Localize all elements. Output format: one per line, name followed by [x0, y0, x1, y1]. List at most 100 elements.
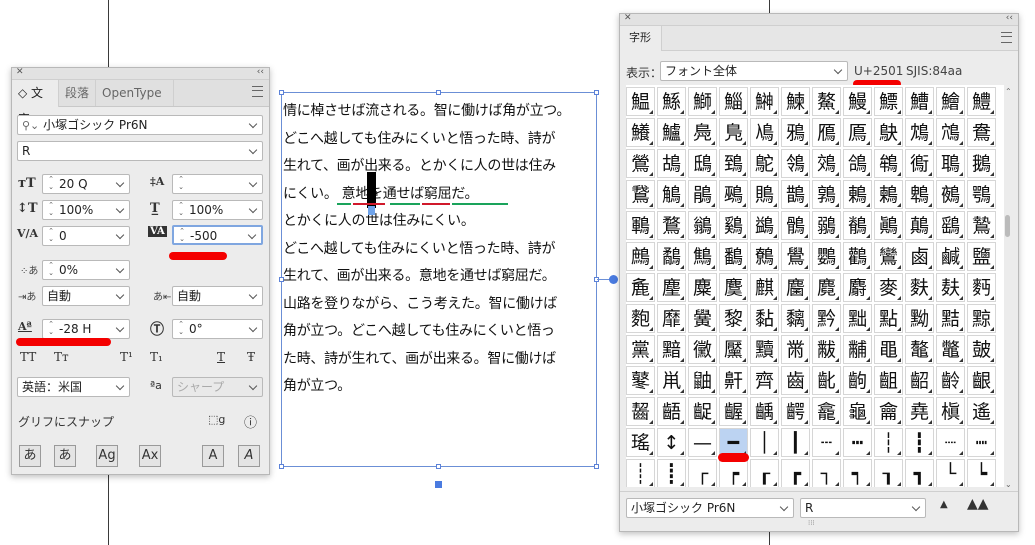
show-select[interactable]: フォント全体	[660, 61, 848, 81]
kerning-stepper[interactable]: ⌃ ⌄	[46, 227, 56, 245]
glyph-cell[interactable]: 堯	[905, 397, 934, 426]
glyph-cell[interactable]: 鰽	[905, 87, 934, 116]
snap-xheight-button[interactable]: あ	[54, 445, 76, 467]
glyph-cell[interactable]: 鵲	[781, 180, 810, 209]
glyph-cell[interactable]: 黥	[967, 304, 996, 333]
glyph-cell[interactable]: 鴿	[843, 149, 872, 178]
rotation-stepper[interactable]: ⌃ ⌄	[176, 320, 186, 338]
glyph-cell[interactable]: 鳧	[688, 118, 717, 147]
glyph-cell[interactable]: 麪	[967, 273, 996, 302]
glyph-cell[interactable]: 鴃	[874, 118, 903, 147]
tab-opentype[interactable]: OpenType	[96, 80, 174, 106]
glyph-cell[interactable]: 齟	[874, 366, 903, 395]
glyph-cell[interactable]: 鶫	[874, 180, 903, 209]
frame-handle-bottom-left[interactable]	[279, 464, 284, 469]
glyph-cell[interactable]: 鰛	[626, 87, 655, 116]
glyph-cell[interactable]: ┌	[688, 459, 717, 487]
glyph-cell[interactable]: 齠	[905, 366, 934, 395]
glyph-cell[interactable]: 黹	[781, 335, 810, 364]
tab-paragraph[interactable]: 段落	[59, 80, 96, 106]
glyph-cell[interactable]: 鶺	[843, 211, 872, 240]
glyph-cell[interactable]: 麑	[812, 273, 841, 302]
glyph-cell[interactable]: 麝	[843, 273, 872, 302]
glyph-cell[interactable]: 鶇	[843, 180, 872, 209]
glyph-cell[interactable]: 齒	[781, 366, 810, 395]
glyph-cell[interactable]: 龕	[812, 397, 841, 426]
glyph-cell[interactable]: 黏	[750, 304, 779, 333]
glyph-cell[interactable]: ┓	[905, 459, 934, 487]
snap-proximity-button[interactable]: Ax	[139, 445, 161, 467]
glyph-cell[interactable]: 麌	[719, 273, 748, 302]
glyph-cell[interactable]: 麥	[874, 273, 903, 302]
out-port[interactable]	[435, 481, 442, 488]
glyph-cell[interactable]: 鸞	[874, 242, 903, 271]
glyph-cell[interactable]: 黴	[688, 335, 717, 364]
glyph-cell[interactable]: 鱸	[657, 118, 686, 147]
snap-angular-button[interactable]: A	[202, 445, 224, 467]
glyph-cell[interactable]: 槇	[936, 397, 965, 426]
glyph-cell[interactable]: ┃	[781, 428, 810, 457]
glyph-cell[interactable]: 齪	[688, 397, 717, 426]
antialias-select[interactable]: シャープ	[172, 377, 263, 397]
glyph-cell[interactable]: 鰻	[843, 87, 872, 116]
tab-glyphs[interactable]: 字形	[620, 26, 662, 51]
glyph-cell[interactable]: 鼾	[719, 366, 748, 395]
glyph-cell[interactable]: 鶤	[626, 211, 655, 240]
glyph-cell[interactable]: 黨	[626, 335, 655, 364]
glyph-cell[interactable]: 齧	[626, 397, 655, 426]
glyph-font-family-select[interactable]: 小塚ゴシック Pr6N	[626, 498, 794, 518]
glyph-cell[interactable]: 鵯	[905, 180, 934, 209]
glyph-cell[interactable]: 黌	[688, 304, 717, 333]
font-size-input[interactable]: ⌃ ⌄ 20 Q	[42, 174, 130, 194]
collapse-icon[interactable]: ‹‹	[257, 67, 264, 77]
tracking-stepper[interactable]: ⌃ ⌄	[177, 227, 187, 243]
info-icon[interactable]: ⓘ	[244, 412, 257, 431]
glyph-cell[interactable]: —	[688, 428, 717, 457]
glyph-titlebar[interactable]: ✕ ‹‹	[620, 13, 1018, 26]
leading-stepper[interactable]: ⌃ ⌄	[176, 175, 186, 193]
collapse-icon[interactable]: ‹‹	[1006, 13, 1013, 23]
glyph-cell[interactable]: 鼈	[936, 335, 965, 364]
glyph-cell[interactable]: 鷸	[657, 242, 686, 271]
glyph-cell[interactable]: 鵺	[936, 180, 965, 209]
glyph-cell[interactable]: ┋	[657, 459, 686, 487]
horizontal-scale-stepper[interactable]: ⌃ ⌄	[176, 201, 186, 219]
glyph-cell[interactable]: 鴕	[750, 149, 779, 178]
language-select[interactable]: 英語：米国	[17, 377, 130, 397]
glyph-cell[interactable]: 齔	[812, 366, 841, 395]
panel-menu-icon[interactable]	[252, 86, 263, 97]
glyph-cell[interactable]: 麕	[781, 273, 810, 302]
font-style-select[interactable]: R	[17, 141, 263, 161]
baseline-shift-stepper[interactable]: ⌃ ⌄	[46, 320, 56, 338]
rotation-input[interactable]: ⌃ ⌄ 0°	[172, 319, 263, 339]
glyph-cell[interactable]: 齲	[750, 397, 779, 426]
glyph-cell[interactable]: 鴆	[905, 118, 934, 147]
glyph-cell[interactable]: 鵤	[657, 180, 686, 209]
glyph-cell[interactable]: 鶚	[967, 180, 996, 209]
aki-before-select[interactable]: 自動	[42, 286, 130, 306]
glyph-cell[interactable]: 鰊	[781, 87, 810, 116]
aki-after-select[interactable]: 自動	[172, 286, 263, 306]
glyph-cell[interactable]: ┐	[812, 459, 841, 487]
glyph-cell[interactable]: 鷄	[719, 211, 748, 240]
glyph-cell[interactable]: 鼕	[626, 366, 655, 395]
tsume-input[interactable]: ⌃ ⌄ 0%	[42, 260, 130, 280]
tsume-stepper[interactable]: ⌃ ⌄	[46, 261, 56, 279]
font-size-stepper[interactable]: ⌃ ⌄	[46, 175, 56, 193]
glyph-cell[interactable]: └	[936, 459, 965, 487]
glyph-cell[interactable]: 麈	[657, 273, 686, 302]
glyph-cell[interactable]: 黷	[750, 335, 779, 364]
glyph-cell[interactable]: ┊	[626, 459, 655, 487]
frame-handle-top-right[interactable]	[594, 90, 599, 95]
glyph-scrollbar[interactable]: ⌃ ⌄	[1003, 87, 1013, 489]
glyph-cell[interactable]: ┈	[936, 428, 965, 457]
glyph-cell[interactable]: ┉	[967, 428, 996, 457]
glyph-cell[interactable]: 鷙	[967, 211, 996, 240]
glyph-cell[interactable]: 點	[874, 304, 903, 333]
glyph-cell[interactable]: 齶	[781, 397, 810, 426]
glyph-cell[interactable]: 鹽	[967, 242, 996, 271]
all-caps-button[interactable]: TT	[20, 350, 36, 364]
glyph-cell[interactable]: 鷁	[750, 211, 779, 240]
baseline-shift-input[interactable]: ⌃ ⌄ -28 H	[42, 319, 130, 339]
glyph-cell[interactable]: 遙	[967, 397, 996, 426]
